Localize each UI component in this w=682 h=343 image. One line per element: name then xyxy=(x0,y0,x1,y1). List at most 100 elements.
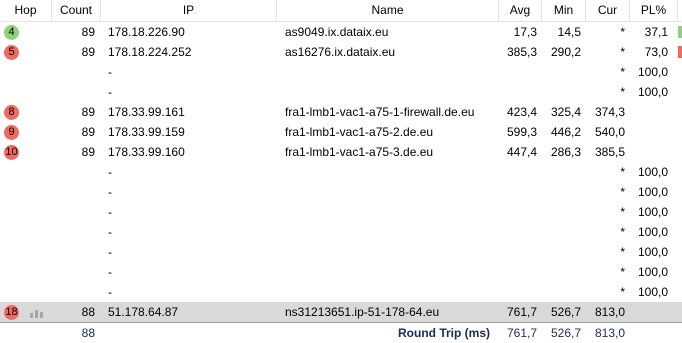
min-cell: 325,4 xyxy=(550,105,581,119)
min-cell: 286,3 xyxy=(550,145,581,159)
cur-cell: * xyxy=(620,245,625,259)
ip-cell: - xyxy=(108,65,112,79)
table-row[interactable]: - * 100,0 xyxy=(0,162,682,182)
column-header-name[interactable]: Name xyxy=(277,0,499,21)
avg-cell xyxy=(499,282,537,302)
pl-cell: 73,0 xyxy=(644,45,668,59)
cur-cell: * xyxy=(620,165,625,179)
ip-cell: - xyxy=(108,285,112,299)
avg-cell xyxy=(499,262,537,282)
min-cell xyxy=(542,282,581,302)
table-row[interactable]: 5 89 178.18.224.252 as16276.ix.dataix.eu 385… xyxy=(0,42,682,62)
table-row[interactable]: 8 89 178.33.99.161 fra1-lmb1-vac1-a75-1-fir… xyxy=(0,102,682,122)
cur-cell: * xyxy=(620,285,625,299)
table-row[interactable]: 9 89 178.33.99.159 fra1-lmb1-vac1-a75-2.de.… xyxy=(0,122,682,142)
avg-cell: 17,3 xyxy=(513,25,537,39)
ip-cell: 178.18.226.90 xyxy=(108,25,185,39)
hop-status-badge: 18 xyxy=(4,305,19,320)
cur-cell: * xyxy=(620,205,625,219)
min-cell xyxy=(542,202,581,222)
table-row[interactable]: 4 89 178.18.226.90 as9049.ix.dataix.eu 17,3 1… xyxy=(0,22,682,42)
ip-cell: - xyxy=(108,85,112,99)
cur-cell: 385,5 xyxy=(594,145,625,159)
min-cell xyxy=(542,262,581,282)
min-cell xyxy=(542,82,581,102)
pl-cell: 100,0 xyxy=(637,245,668,259)
table-row[interactable]: 10 89 178.33.99.160 fra1-lmb1-vac1-a75-3.de… xyxy=(0,142,682,162)
hop-status-badge: 8 xyxy=(4,105,19,120)
count-cell: 89 xyxy=(81,105,95,119)
avg-cell xyxy=(499,242,537,262)
cur-cell: * xyxy=(620,25,625,39)
ip-cell: 51.178.64.87 xyxy=(108,305,179,319)
table-row[interactable]: - * 100,0 xyxy=(0,182,682,202)
total-cur: 813,0 xyxy=(594,326,625,340)
cur-cell: 813,0 xyxy=(594,305,625,319)
ip-cell: - xyxy=(108,185,112,199)
avg-cell xyxy=(499,202,537,222)
pl-cell xyxy=(630,102,668,122)
ip-cell: - xyxy=(108,165,112,179)
pl-cell: 100,0 xyxy=(637,85,668,99)
name-cell: as9049.ix.dataix.eu xyxy=(285,25,389,39)
column-header-ip[interactable]: IP xyxy=(101,0,277,21)
cur-cell: 374,3 xyxy=(594,105,625,119)
name-cell xyxy=(285,182,497,202)
table-row[interactable]: - * 100,0 xyxy=(0,262,682,282)
name-cell xyxy=(285,242,497,262)
table-row[interactable]: - * 100,0 xyxy=(0,222,682,242)
pl-cell: 100,0 xyxy=(637,265,668,279)
pl-cell: 37,1 xyxy=(644,25,668,39)
cur-cell: * xyxy=(620,45,625,59)
ip-cell: 178.33.99.161 xyxy=(108,105,185,119)
pl-cell: 100,0 xyxy=(637,185,668,199)
total-min: 526,7 xyxy=(550,326,581,340)
avg-cell: 761,7 xyxy=(506,305,537,319)
table-row[interactable]: 18 88 51.178.64.87 ns31213651.ip-51-178-64.… xyxy=(0,302,682,322)
cur-cell: * xyxy=(620,265,625,279)
min-cell: 14,5 xyxy=(557,25,581,39)
column-header-pl[interactable]: PL% xyxy=(630,0,678,21)
min-cell xyxy=(542,222,581,242)
column-header-hop[interactable]: Hop xyxy=(0,0,52,21)
ip-cell: 178.33.99.160 xyxy=(108,145,185,159)
name-cell xyxy=(285,162,497,182)
count-cell xyxy=(52,202,95,222)
min-cell xyxy=(542,182,581,202)
ip-cell: - xyxy=(108,265,112,279)
ip-cell: - xyxy=(108,225,112,239)
min-cell xyxy=(542,242,581,262)
pl-cell: 100,0 xyxy=(637,285,668,299)
avg-cell xyxy=(499,62,537,82)
bar-chart-icon[interactable] xyxy=(30,308,44,318)
avg-cell xyxy=(499,182,537,202)
avg-cell xyxy=(499,162,537,182)
pl-cell: 100,0 xyxy=(637,225,668,239)
count-cell: 88 xyxy=(81,305,95,319)
table-row[interactable]: - * 100,0 xyxy=(0,82,682,102)
avg-cell xyxy=(499,82,537,102)
min-cell: 290,2 xyxy=(550,45,581,59)
column-header-cur[interactable]: Cur xyxy=(586,0,630,21)
name-cell: fra1-lmb1-vac1-a75-1-firewall.de.eu xyxy=(285,105,475,119)
table-row[interactable]: - * 100,0 xyxy=(0,202,682,222)
table-row[interactable]: - * 100,0 xyxy=(0,242,682,262)
name-cell xyxy=(285,222,497,242)
column-header-min[interactable]: Min xyxy=(542,0,586,21)
pl-cell xyxy=(630,142,668,162)
count-cell xyxy=(52,162,95,182)
min-cell: 526,7 xyxy=(550,305,581,319)
total-count: 88 xyxy=(81,326,95,340)
table-row[interactable]: - * 100,0 xyxy=(0,282,682,302)
column-header-count[interactable]: Count xyxy=(52,0,101,21)
name-cell xyxy=(285,202,497,222)
pl-cell: 100,0 xyxy=(637,205,668,219)
ip-cell: - xyxy=(108,245,112,259)
count-cell xyxy=(52,282,95,302)
count-cell xyxy=(52,82,95,102)
cur-cell: 540,0 xyxy=(594,125,625,139)
avg-cell: 423,4 xyxy=(506,105,537,119)
name-cell: fra1-lmb1-vac1-a75-2.de.eu xyxy=(285,125,434,139)
column-header-avg[interactable]: Avg xyxy=(499,0,542,21)
table-row[interactable]: - * 100,0 xyxy=(0,62,682,82)
